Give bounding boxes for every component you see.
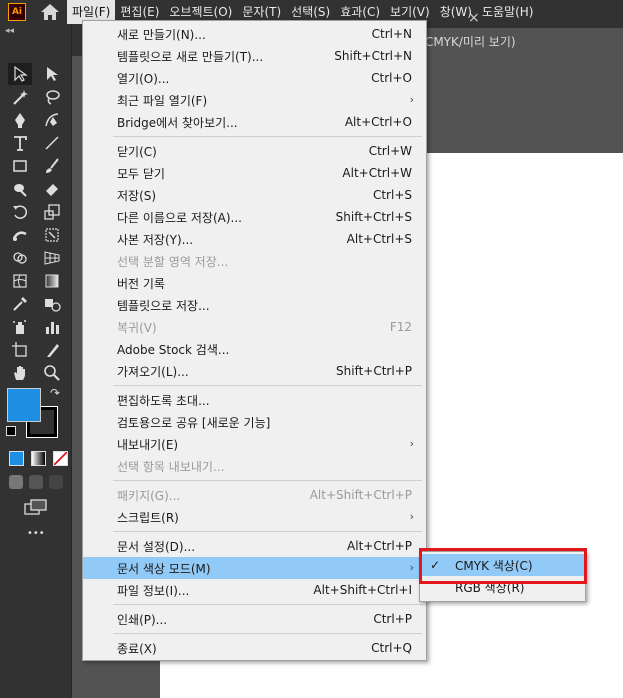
symbol-sprayer-tool-icon[interactable] [8, 316, 32, 338]
magic-wand-tool-icon[interactable] [8, 86, 32, 108]
menu-item-save-copy[interactable]: 사본 저장(Y)... Alt+Ctrl+S [83, 228, 426, 250]
puppet-warp-tool-icon[interactable] [8, 224, 32, 246]
menu-item-export[interactable]: 내보내기(E) › [83, 433, 426, 455]
menu-item-close[interactable]: 닫기(C) Ctrl+W [83, 140, 426, 162]
menu-item-scripts[interactable]: 스크립트(R) › [83, 506, 426, 528]
menu-item-save[interactable]: 저장(S) Ctrl+S [83, 184, 426, 206]
menu-item-open[interactable]: 열기(O)... Ctrl+O [83, 67, 426, 89]
submenu-arrow-icon: › [409, 561, 414, 574]
color-mode-submenu: ✓ CMYK 색상(C) RGB 색상(R) [419, 551, 586, 602]
menu-item-close-all[interactable]: 모두 닫기 Alt+Ctrl+W [83, 162, 426, 184]
close-icon[interactable]: × [468, 4, 480, 32]
checkmark-icon: ✓ [430, 558, 441, 572]
fill-stroke-widget: ↷ [0, 384, 71, 446]
shaper-tool-icon[interactable] [8, 178, 32, 200]
menu-separator [113, 480, 422, 481]
menu-item-rgb-color[interactable]: RGB 색상(R) [420, 576, 585, 598]
artboard-tool-icon[interactable] [8, 339, 32, 361]
menu-item-revert: 복귀(V) F12 [117, 320, 412, 335]
draw-behind-icon[interactable] [29, 475, 43, 489]
submenu-arrow-icon: › [409, 510, 414, 523]
blend-tool-icon[interactable] [40, 293, 64, 315]
draw-inside-icon[interactable] [49, 475, 63, 489]
draw-normal-icon[interactable] [9, 475, 23, 489]
document-tab[interactable]: s(CMYK/미리 보기) [414, 28, 623, 56]
menu-item-cmyk-color[interactable]: ✓ CMYK 색상(C) [420, 554, 585, 576]
none-mode-icon[interactable] [53, 450, 68, 466]
swap-fill-stroke-icon[interactable]: ↷ [50, 386, 60, 400]
menu-item-browse-in-bridge[interactable]: Bridge에서 찾아보기... Alt+Ctrl+O [83, 111, 426, 133]
file-menu: 새로 만들기(N)... Ctrl+N 템플릿으로 새로 만들기(T)... Shi… [82, 20, 427, 661]
direct-selection-tool-icon[interactable] [40, 63, 64, 85]
gradient-mode-icon[interactable] [31, 450, 46, 466]
menu-separator [113, 136, 422, 137]
menu-item-save-as-template[interactable]: 템플릿으로 저장... [83, 294, 426, 316]
color-mode-icon[interactable] [9, 450, 24, 466]
free-transform-tool-icon[interactable] [40, 224, 64, 246]
menu-item-new[interactable]: 새로 만들기(N)... Ctrl+N [83, 23, 426, 45]
menu-separator [113, 531, 422, 532]
line-tool-icon[interactable] [40, 132, 64, 154]
curvature-tool-icon[interactable] [40, 109, 64, 131]
menu-item-print[interactable]: 인쇄(P)... Ctrl+P [83, 608, 426, 630]
menu-item-file-info[interactable]: 파일 정보(I)... Alt+Shift+Ctrl+I [83, 579, 426, 601]
menu-item-save-as[interactable]: 다른 이름으로 저장(A)... Shift+Ctrl+S [83, 206, 426, 228]
pen-tool-icon[interactable] [8, 109, 32, 131]
submenu-arrow-icon: › [409, 93, 414, 106]
mesh-tool-icon[interactable] [8, 270, 32, 292]
app-logo[interactable]: Ai [8, 3, 26, 21]
fill-swatch[interactable] [7, 388, 41, 422]
scale-tool-icon[interactable] [40, 201, 64, 223]
rotate-tool-icon[interactable] [8, 201, 32, 223]
home-icon[interactable] [39, 2, 61, 22]
menu-item-open-recent[interactable]: 최근 파일 열기(F) › [83, 89, 426, 111]
screen-mode-icon[interactable] [24, 499, 48, 517]
document-tab-title: s(CMYK/미리 보기) [414, 35, 516, 49]
eyedropper-tool-icon[interactable] [8, 293, 32, 315]
menu-separator [113, 604, 422, 605]
paintbrush-tool-icon[interactable] [40, 155, 64, 177]
gradient-tool-icon[interactable] [40, 270, 64, 292]
menu-item-new-from-template[interactable]: 템플릿으로 새로 만들기(T)... Shift+Ctrl+N [83, 45, 426, 67]
hand-tool-icon[interactable] [8, 362, 32, 384]
zoom-tool-icon[interactable] [40, 362, 64, 384]
menu-item-package: 패키지(G)... Alt+Shift+Ctrl+P [117, 488, 412, 503]
eraser-tool-icon[interactable] [40, 178, 64, 200]
column-graph-tool-icon[interactable] [40, 316, 64, 338]
type-tool-icon[interactable] [8, 132, 32, 154]
lasso-tool-icon[interactable] [40, 86, 64, 108]
menu-item-search-adobe-stock[interactable]: Adobe Stock 검색... [83, 338, 426, 360]
menu-item-document-setup[interactable]: 문서 설정(D)... Alt+Ctrl+P [83, 535, 426, 557]
default-colors-icon[interactable] [6, 426, 16, 436]
menu-item-save-selected-slices: 선택 분할 영역 저장... [117, 254, 229, 269]
menu-item-version-history[interactable]: 버전 기록 [83, 272, 426, 294]
perspective-grid-tool-icon[interactable] [40, 247, 64, 269]
menu-item-document-color-mode[interactable]: 문서 색상 모드(M) › [83, 557, 426, 579]
menu-help[interactable]: 도움말(H) [477, 0, 539, 24]
slice-tool-icon[interactable] [40, 339, 64, 361]
more-tools-icon[interactable]: ••• [27, 528, 71, 539]
submenu-arrow-icon: › [409, 437, 414, 450]
menu-separator [113, 633, 422, 634]
menu-item-invite-to-edit[interactable]: 편집하도록 초대... [83, 389, 426, 411]
rectangle-tool-icon[interactable] [8, 155, 32, 177]
menu-item-share-for-review[interactable]: 검토용으로 공유 [새로운 기능] [83, 411, 426, 433]
menu-item-exit[interactable]: 종료(X) Ctrl+Q [83, 637, 426, 659]
collapse-panel-icon[interactable]: ◂◂ [0, 24, 71, 40]
menu-item-place[interactable]: 가져오기(L)... Shift+Ctrl+P [83, 360, 426, 382]
menu-item-export-selection: 선택 항목 내보내기... [117, 459, 225, 474]
shape-builder-tool-icon[interactable] [8, 247, 32, 269]
tools-panel: ◂◂ ↷ ••• [0, 24, 72, 698]
menu-separator [113, 385, 422, 386]
selection-tool-icon[interactable] [8, 62, 32, 85]
